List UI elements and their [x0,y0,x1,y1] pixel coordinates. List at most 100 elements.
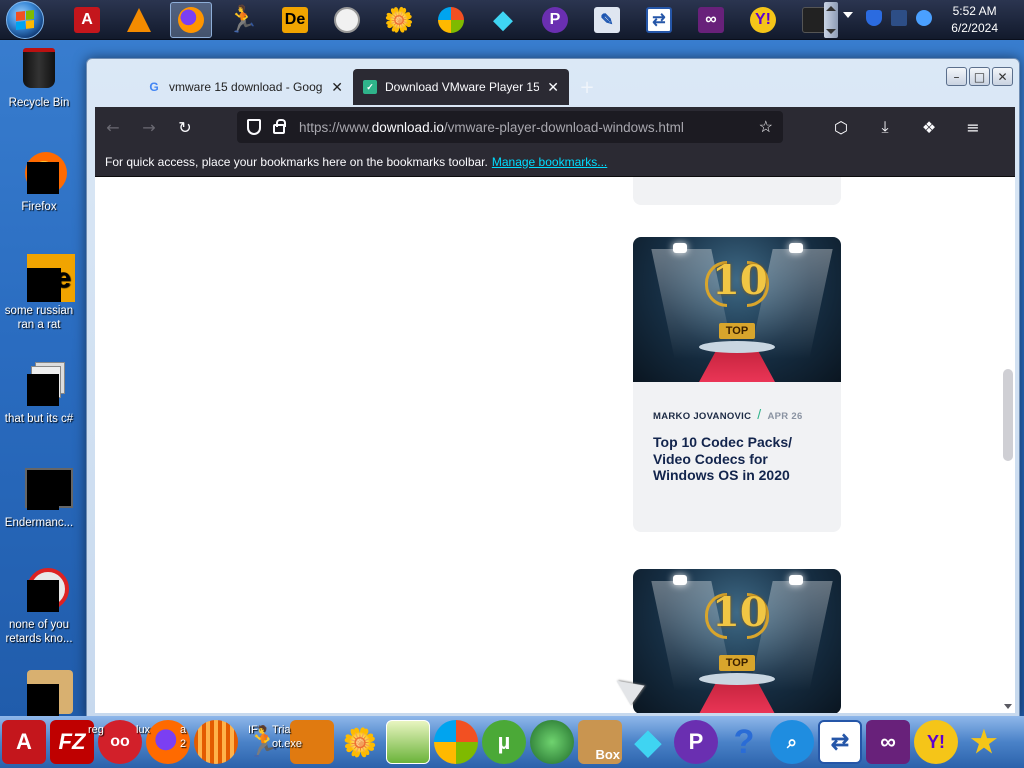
flower-app-icon[interactable]: 🌼 [378,2,420,38]
back-button[interactable]: ← [95,111,131,143]
trophy-plate: TOP [719,655,755,671]
picture-app-icon[interactable] [386,720,430,764]
console-window-icon [15,464,73,512]
desktop-icon-label: Endermanc... [4,517,74,529]
reload-button[interactable]: ↻ [167,111,203,143]
start-button[interactable] [6,0,44,39]
tab-download-io[interactable]: ✓ Download VMware Player 15.5. ✕ [353,69,569,105]
bookmark-star-icon[interactable]: ☆ [759,117,773,137]
maximize-button[interactable]: □ [969,67,990,86]
tab-strip: G vmware 15 download - Google ✕ ✓ Downlo… [137,69,605,105]
windows-xp-icon[interactable] [430,2,472,38]
desktop-icon-sandboxie[interactable] [2,668,76,720]
taskbar-scroll[interactable] [824,2,838,38]
article-image[interactable]: 10 TOP [633,569,841,713]
recycle-bin-icon [15,44,63,92]
system-tray [866,10,932,26]
page-viewport: 10 TOP MARKO JOVANOVIC / APR 26 Top 10 Cod… [95,177,1015,713]
aim-running-man-icon[interactable]: 🏃 [222,2,264,38]
desktop-icon-firefox[interactable]: Firefox [2,148,76,214]
navigation-toolbar: ← → ↻ https://www. download.io/vmware-pla… [95,107,1015,147]
downloads-icon[interactable]: ⤓ [867,111,903,143]
visual-studio-icon[interactable]: ∞ [690,2,732,38]
desktop-icon-recycle-bin[interactable]: Recycle Bin [2,44,76,110]
pocket-icon[interactable]: ⬡ [823,111,859,143]
network-tray-icon[interactable] [891,10,907,26]
tracking-protection-shield-icon[interactable] [247,119,261,135]
article-title[interactable]: Top 10 Codec Packs/ Video Codecs for Win… [653,434,821,484]
yahoo-messenger-icon[interactable]: Y! [742,2,784,38]
article-card[interactable]: 10 TOP MARKO JOVANOVIC / APR 26 Top 10 Cod… [633,237,841,532]
url-prefix: https://www. [299,119,372,135]
minimize-button[interactable]: – [946,67,967,86]
firefox-icon [15,148,67,196]
vlc-icon[interactable] [118,2,160,38]
chevron-down-icon[interactable] [843,12,853,18]
de-app-icon[interactable]: De [274,2,316,38]
yellow-app-icon[interactable]: ★ [962,720,1006,764]
manage-bookmarks-link[interactable]: Manage bookmarks... [492,155,607,169]
article-card[interactable]: 10 TOP [633,569,841,713]
help-icon[interactable]: ? [722,720,766,764]
firefox-icon[interactable] [170,1,212,38]
search-app-icon[interactable]: ⌕ [770,720,814,764]
article-date: APR 26 [767,411,803,422]
taskbar-label: 2 [180,738,187,750]
close-tab-icon[interactable]: ✕ [331,79,343,96]
forward-button[interactable]: → [131,111,167,143]
taskbar-label: Tria [272,724,291,736]
scroll-down-arrow-icon[interactable] [1004,704,1012,709]
desktop-icon-label: some russian ran a rat [4,305,74,331]
article-author[interactable]: MARKO JOVANOVIC [653,411,751,422]
remote-desktop-icon[interactable]: ⇄ [818,720,862,764]
yahoo-messenger-icon[interactable]: Y! [914,720,958,764]
taskbar-label: IF [248,724,258,736]
scrollbar-thumb[interactable] [1003,369,1013,461]
desktop-icon-label: that but its c# [4,413,74,425]
paint-app-icon[interactable]: ✎ [586,2,628,38]
close-button[interactable]: ✕ [992,67,1013,86]
bookmarks-toolbar: For quick access, place your bookmarks h… [95,147,1015,177]
menu-hamburger-icon[interactable]: ≡ [955,111,991,143]
desktop-icon-endermanch[interactable]: Endermanc... [2,464,76,530]
tab-title: Download VMware Player 15.5. [385,80,540,94]
close-tab-icon[interactable]: ✕ [547,79,559,96]
new-tab-button[interactable]: + [569,69,605,105]
sandboxie-icon[interactable]: Box [578,720,622,764]
adobe-reader-icon[interactable]: A [66,2,108,38]
taskbar-clock[interactable]: 5:52 AM 6/2/2024 [951,3,998,37]
article-card-previous[interactable] [633,177,841,205]
url-domain: download.io [371,119,444,135]
extensions-icon[interactable]: ❖ [911,111,947,143]
adobe-reader-icon[interactable]: A [2,720,46,764]
vertical-scrollbar[interactable] [1001,177,1015,713]
p-app-icon[interactable]: P [674,720,718,764]
p-app-icon[interactable]: P [534,2,576,38]
diamond-icon[interactable]: ◆ [626,720,670,764]
desktop-icon-that-but-its-csharp[interactable]: that but its c# [2,360,76,426]
utorrent-icon[interactable]: µ [482,720,526,764]
volume-tray-icon[interactable] [916,10,932,26]
globe-download-icon[interactable] [530,720,574,764]
windows-xp-icon[interactable] [434,720,478,764]
flower-app-icon[interactable]: 🌼 [338,720,382,764]
desktop-icon-some-russian[interactable]: e some russian ran a rat [2,252,76,332]
visual-studio-icon[interactable]: ∞ [866,720,910,764]
orange-sphere-icon[interactable] [194,720,238,764]
shield-tray-icon[interactable] [866,10,882,26]
lock-icon[interactable] [273,119,286,134]
podium [699,673,775,685]
article-meta: MARKO JOVANOVIC / APR 26 [653,406,803,422]
tab-google-search[interactable]: G vmware 15 download - Google ✕ [137,69,353,105]
article-image[interactable]: 10 TOP [633,237,841,382]
google-icon: G [149,80,159,94]
trophy-number: 10 [712,257,768,304]
clock-time: 5:52 AM [952,4,997,18]
clock-app-icon[interactable] [326,2,368,38]
desktop-icon-none-of-you[interactable]: none of you retards kno... [2,566,76,646]
diamond-icon[interactable]: ◆ [482,2,524,38]
remote-desktop-icon[interactable]: ⇄ [638,2,680,38]
url-bar[interactable]: https://www. download.io/vmware-player-do… [237,111,783,143]
tab-title: vmware 15 download - Google [169,80,324,94]
bottom-taskbar: A FZ oo 🏃 🌼 µ Box ◆ P ? ⌕ ⇄ ∞ Y! ★ reg l… [0,716,1024,768]
